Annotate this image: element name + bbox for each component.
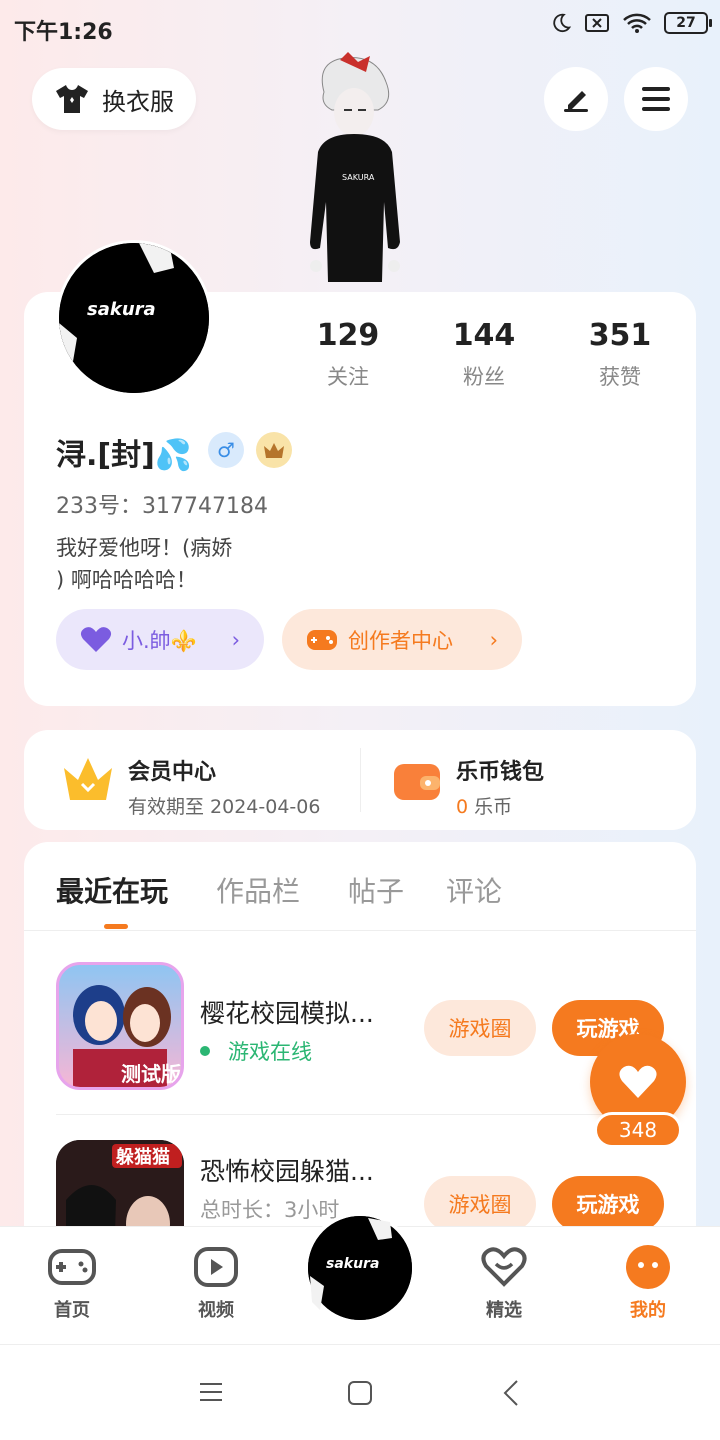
game-icon[interactable]: 测试版 — [56, 962, 184, 1090]
user-id[interactable]: 233号：317747184 — [56, 488, 268, 520]
wallet-unit: 乐币 — [474, 796, 513, 818]
wallet-title: 乐币钱包 — [456, 760, 545, 785]
gamepad-icon — [307, 629, 337, 650]
stat-value: 129 — [316, 318, 380, 353]
stat-likes[interactable]: 351 获赞 — [550, 318, 690, 391]
home-icon[interactable] — [347, 1380, 373, 1406]
edit-icon — [564, 91, 588, 112]
male-icon: ♂ — [217, 438, 235, 462]
vip-title: 会员中心 — [128, 760, 217, 785]
svg-text:躲猫猫: 躲猫猫 — [116, 1146, 170, 1168]
title-badge-button[interactable]: 小.帥⚜️ › — [56, 609, 264, 670]
nav-featured[interactable]: 精选 — [456, 1244, 552, 1322]
chevron-right-icon: › — [489, 627, 498, 652]
status-bar: 下午1:26 27 — [0, 0, 720, 56]
nav-mine[interactable]: 我的 — [600, 1244, 696, 1322]
user-bio: 我好爱他呀！(病娇 ) 啊哈哈哈哈！ — [56, 536, 233, 592]
tab-recent[interactable]: 最近在玩 — [56, 870, 168, 910]
status-icons: 27 — [550, 12, 712, 34]
vip-crown-icon — [60, 754, 116, 806]
vip-wallet-card: 会员中心 有效期至 2024-04-06 乐币钱包 0 乐币 — [24, 730, 696, 830]
chevron-right-icon: › — [231, 627, 240, 652]
change-outfit-label: 换衣服 — [102, 87, 174, 116]
nav-label: 我的 — [630, 1300, 666, 1321]
title-badge-label: 小.帥⚜️ — [122, 628, 197, 653]
center-avatar-button[interactable]: sakura — [304, 1212, 416, 1324]
wallet-balance: 0 乐币 — [456, 792, 544, 819]
wallet-icon — [392, 756, 444, 804]
moon-icon — [553, 13, 572, 33]
svg-text:sakura: sakura — [87, 299, 156, 320]
recent-apps-icon[interactable] — [198, 1381, 224, 1403]
wallet-link[interactable]: 乐币钱包 0 乐币 — [456, 754, 544, 819]
stat-value: 144 — [452, 318, 516, 353]
game-status: 游戏在线 — [200, 1036, 312, 1066]
nav-label: 视频 — [198, 1300, 234, 1321]
svg-text:sakura: sakura — [326, 1256, 379, 1272]
status-time: 下午1:26 — [14, 20, 113, 45]
vip-center-link[interactable]: 会员中心 有效期至 2024-04-06 — [128, 754, 320, 819]
change-outfit-button[interactable]: 换衣服 — [32, 68, 196, 130]
battery-indicator: 27 — [664, 12, 712, 34]
divider — [56, 1114, 666, 1115]
crown-icon — [264, 443, 284, 458]
game-art: 测试版 — [73, 985, 181, 1087]
profile-avatar[interactable]: sakura — [56, 240, 212, 396]
stat-followers[interactable]: 144 粉丝 — [414, 318, 554, 391]
divider — [24, 930, 696, 931]
tab-posts[interactable]: 帖子 — [348, 870, 404, 910]
creator-center-label: 创作者中心 — [348, 628, 453, 653]
shirt-icon — [56, 85, 88, 113]
tab-comments[interactable]: 评论 — [446, 870, 502, 910]
avatar-image: sakura — [308, 1216, 412, 1320]
heart-icon — [80, 626, 112, 652]
vip-expiry: 有效期至 2024-04-06 — [128, 796, 321, 818]
heart-icon — [619, 1065, 657, 1098]
system-nav-bar — [0, 1344, 720, 1440]
game-title[interactable]: 恐怖校园躲猫... — [200, 1152, 400, 1188]
back-icon[interactable] — [502, 1379, 520, 1407]
like-count: 348 — [594, 1112, 682, 1148]
wallet-amount: 0 — [456, 796, 469, 818]
play-icon — [194, 1247, 238, 1287]
menu-icon — [642, 87, 670, 111]
divider — [360, 748, 361, 812]
crown-badge — [256, 432, 292, 468]
game-circle-button[interactable]: 游戏圈 — [424, 1176, 536, 1232]
wifi-icon — [623, 13, 651, 33]
menu-button[interactable] — [624, 67, 688, 131]
svg-text:测试版: 测试版 — [121, 1062, 181, 1086]
play-game-button[interactable]: 玩游戏 — [552, 1176, 664, 1232]
username: 浔.[封]💦 — [56, 438, 193, 473]
gamepad-icon — [48, 1249, 96, 1285]
stat-label: 获赞 — [599, 365, 641, 389]
creator-center-button[interactable]: 创作者中心 › — [282, 609, 522, 670]
stat-label: 粉丝 — [463, 365, 505, 389]
face-icon — [626, 1245, 670, 1289]
stat-label: 关注 — [327, 365, 369, 389]
edit-button[interactable] — [544, 67, 608, 131]
online-dot-icon — [200, 1046, 210, 1056]
svg-text:SAKURA: SAKURA — [342, 173, 375, 182]
avatar-figure[interactable]: SAKURA — [288, 52, 420, 292]
game-status-text: 游戏在线 — [228, 1040, 312, 1064]
stat-following[interactable]: 129 关注 — [278, 318, 418, 391]
nav-video[interactable]: 视频 — [168, 1244, 264, 1322]
tab-indicator — [104, 924, 128, 929]
game-title[interactable]: 樱花校园模拟... — [200, 994, 400, 1030]
avatar-image: sakura — [59, 243, 209, 393]
heart-outline-icon — [481, 1247, 527, 1287]
tab-works[interactable]: 作品栏 — [216, 870, 300, 910]
no-sim-icon — [585, 14, 609, 32]
nav-home[interactable]: 首页 — [24, 1244, 120, 1322]
gender-badge: ♂ — [208, 432, 244, 468]
nav-label: 精选 — [486, 1300, 522, 1321]
nav-label: 首页 — [54, 1300, 90, 1321]
stat-value: 351 — [588, 318, 652, 353]
game-circle-button[interactable]: 游戏圈 — [424, 1000, 536, 1056]
